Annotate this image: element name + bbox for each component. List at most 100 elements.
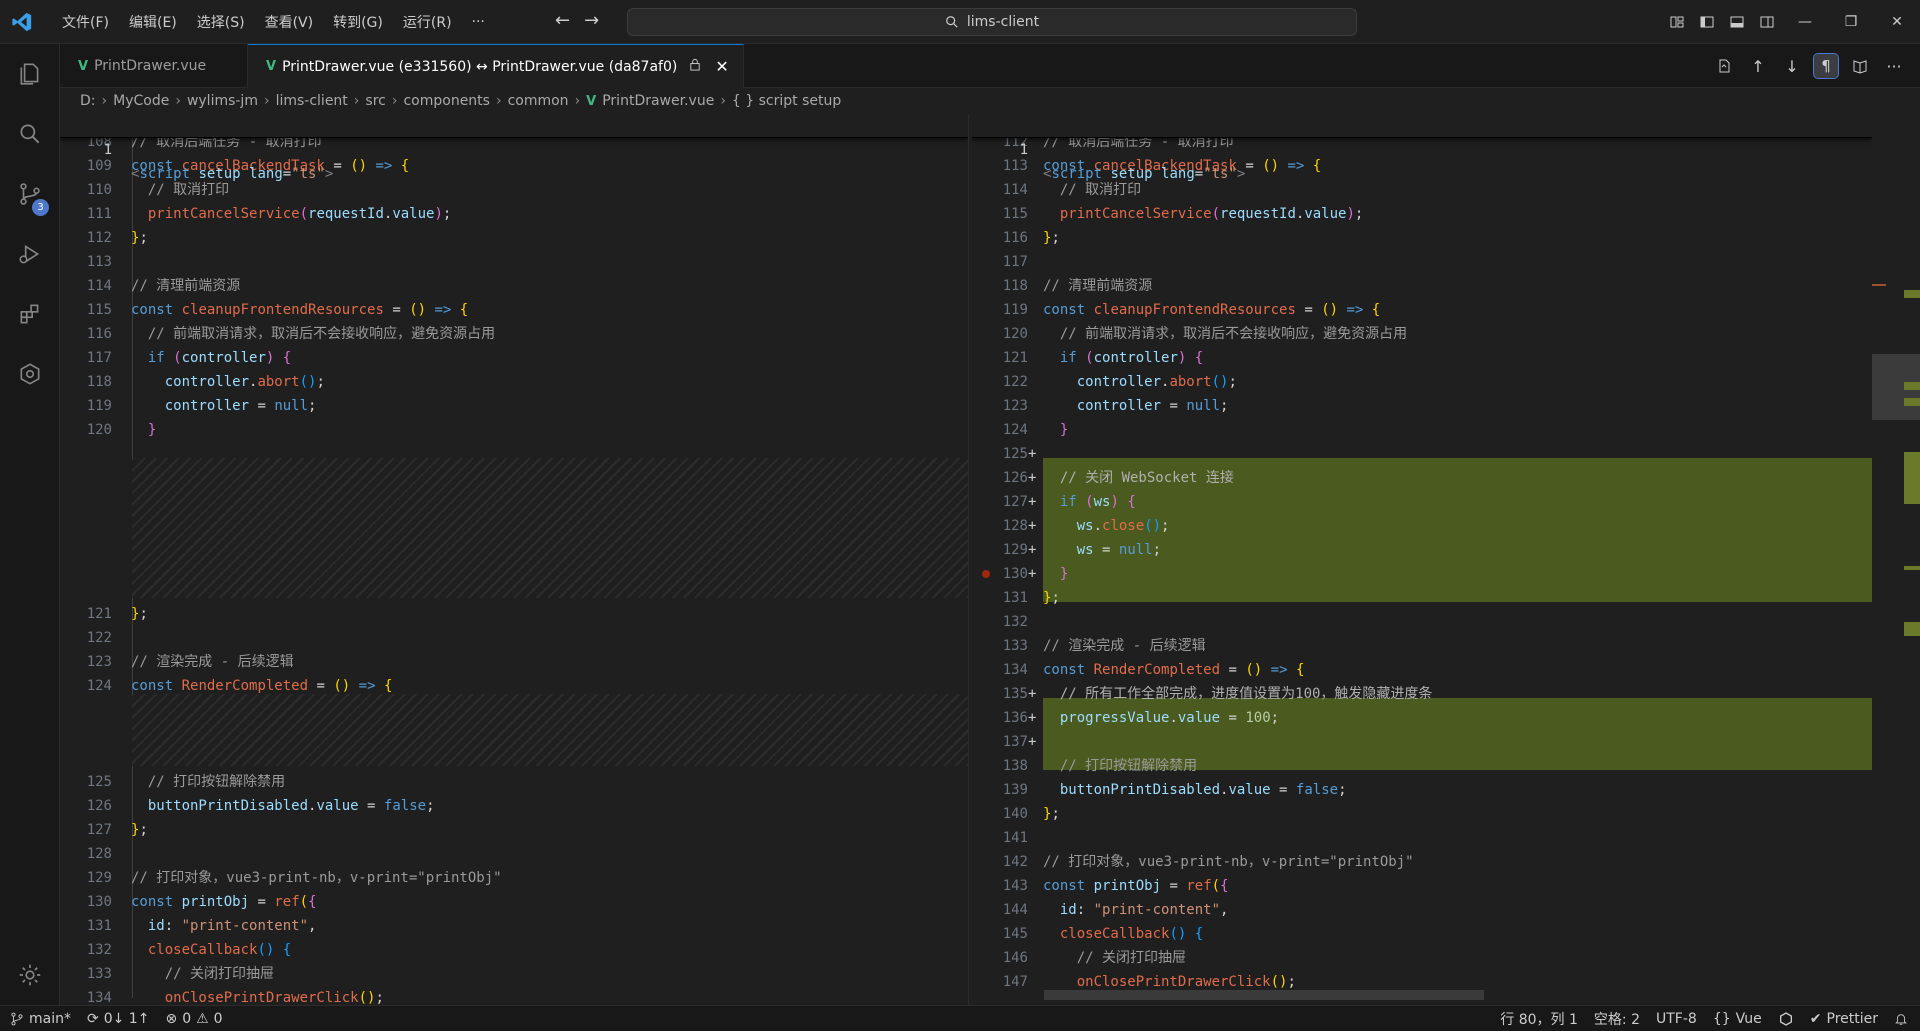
- insert-marker: +: [1028, 710, 1037, 726]
- inline-view-icon[interactable]: [1848, 54, 1872, 78]
- settings-gear-icon[interactable]: [0, 945, 60, 1005]
- chevron-right-icon: ›: [391, 93, 398, 109]
- line-number: 147: [1002, 974, 1028, 990]
- sync-indicator[interactable]: ⟳ 0↓ 1↑: [79, 1006, 157, 1031]
- code-text: controller = null;: [164, 398, 317, 414]
- line-number: 124: [1002, 422, 1028, 438]
- menu-selection[interactable]: 选择(S): [187, 12, 255, 32]
- prettier-status[interactable]: ✔ Prettier: [1802, 1006, 1886, 1031]
- menu-go[interactable]: 转到(G): [323, 12, 393, 32]
- restore-button[interactable]: ❐: [1828, 0, 1874, 44]
- line-number: 120: [86, 422, 112, 438]
- menu-run[interactable]: 运行(R): [393, 12, 462, 32]
- sticky-scroll-header[interactable]: 1 <script setup lang="ts">: [60, 114, 968, 182]
- breadcrumb-item[interactable]: D:: [80, 93, 96, 109]
- line-number: 127: [1002, 494, 1028, 510]
- breadcrumb-item[interactable]: src: [365, 93, 385, 109]
- indentation[interactable]: 空格: 2: [1586, 1006, 1648, 1031]
- overview-ruler[interactable]: [1872, 114, 1920, 1005]
- line-number: 134: [86, 990, 112, 1005]
- scm-badge: 3: [32, 199, 49, 216]
- toggle-sidebar-icon[interactable]: [1692, 0, 1722, 44]
- menu-more[interactable]: ···: [462, 14, 495, 30]
- code-text: controller.abort();: [164, 374, 325, 390]
- chevron-right-icon: ›: [263, 93, 270, 109]
- insert-marker: +: [1028, 470, 1037, 486]
- toggle-panel-icon[interactable]: [1722, 0, 1752, 44]
- change-marker: [1904, 398, 1920, 406]
- source-control-icon[interactable]: 3: [0, 164, 60, 224]
- code-text: // 所有工作全部完成，进度值设置为100，触发隐藏进度条: [1059, 686, 1433, 702]
- line-number: 123: [86, 654, 112, 670]
- chevron-right-icon: ›: [720, 93, 726, 109]
- code-text: id: "print-content",: [147, 918, 317, 934]
- customize-layout-icon[interactable]: [1662, 0, 1692, 44]
- diff-modified-pane[interactable]: 1 <script setup lang="ts"> 112// 取消后端任务 …: [972, 114, 1872, 1005]
- breakpoint-dot[interactable]: [982, 570, 990, 578]
- line-number: 113: [86, 254, 112, 270]
- diff-original-pane[interactable]: 1 <script setup lang="ts"> 108// 取消后端任务 …: [60, 114, 968, 1005]
- close-window-button[interactable]: ✕: [1874, 0, 1920, 44]
- language-mode[interactable]: {} Vue: [1705, 1006, 1770, 1031]
- breadcrumb-item[interactable]: MyCode: [113, 93, 169, 109]
- horizontal-scrollbar[interactable]: [1044, 990, 1484, 1000]
- back-arrow-icon[interactable]: ←: [555, 10, 570, 31]
- next-change-icon[interactable]: ↓: [1780, 54, 1804, 78]
- breadcrumb-item[interactable]: { } script setup: [732, 93, 841, 109]
- more-actions-icon[interactable]: ···: [1882, 54, 1906, 78]
- double-check-icon: ✔: [1809, 1011, 1822, 1027]
- ai-status[interactable]: [1770, 1006, 1802, 1031]
- code-text: printCancelService(requestId.value);: [147, 206, 452, 222]
- sync-counts: 0↓ 1↑: [103, 1010, 150, 1027]
- language-label: Vue: [1735, 1011, 1762, 1027]
- breadcrumb-item[interactable]: common: [508, 93, 569, 109]
- line-number: 138: [1002, 758, 1028, 774]
- line-number: 133: [1002, 638, 1028, 654]
- ai-assistant-icon[interactable]: [0, 344, 60, 404]
- branch-name: main*: [29, 1010, 71, 1027]
- run-debug-icon[interactable]: [0, 224, 60, 284]
- breadcrumb-item[interactable]: wylims-jm: [187, 93, 258, 109]
- command-center-search[interactable]: lims-client: [627, 8, 1357, 36]
- search-activity-icon[interactable]: [0, 104, 60, 164]
- extensions-icon[interactable]: [0, 284, 60, 344]
- branch-indicator[interactable]: main*: [0, 1006, 79, 1031]
- line-number: 120: [1002, 326, 1028, 342]
- explorer-icon[interactable]: [0, 44, 60, 104]
- code-text: closeCallback() {: [1059, 926, 1204, 942]
- sticky-scroll-header[interactable]: 1 <script setup lang="ts">: [972, 114, 1872, 182]
- previous-change-icon[interactable]: ↑: [1746, 54, 1770, 78]
- line-number: 131: [1002, 590, 1028, 606]
- forward-arrow-icon[interactable]: →: [584, 10, 599, 31]
- line-number: 125: [86, 774, 112, 790]
- activity-bar: 3: [0, 44, 60, 1005]
- breadcrumb-item[interactable]: components: [403, 93, 490, 109]
- menu-view[interactable]: 查看(V): [255, 12, 324, 32]
- menu-edit[interactable]: 编辑(E): [119, 12, 187, 32]
- breadcrumb-item[interactable]: PrintDrawer.vue: [602, 93, 714, 109]
- change-marker: [1904, 382, 1920, 390]
- problems-indicator[interactable]: ⊗ 0 ⚠ 0: [157, 1006, 230, 1031]
- line-number: 126: [1002, 470, 1028, 486]
- line-number: 130: [86, 894, 112, 910]
- code-text: const printObj = ref({: [131, 894, 317, 910]
- breadcrumb-item[interactable]: lims-client: [276, 93, 348, 109]
- code-text: };: [1043, 230, 1060, 246]
- notifications[interactable]: [1886, 1006, 1920, 1031]
- encoding[interactable]: UTF-8: [1648, 1006, 1705, 1031]
- menu-file[interactable]: 文件(F): [52, 12, 119, 32]
- insert-marker: +: [1028, 494, 1037, 510]
- code-text: progressValue.value = 100;: [1059, 710, 1280, 726]
- open-file-icon[interactable]: [1712, 54, 1736, 78]
- show-whitespace-icon[interactable]: ¶: [1813, 53, 1839, 79]
- tab-diff[interactable]: V PrintDrawer.vue (e331560) ↔ PrintDrawe…: [248, 44, 744, 88]
- ai-status-icon: [1779, 1012, 1792, 1026]
- minimize-button[interactable]: —: [1782, 0, 1828, 44]
- toggle-secondary-sidebar-icon[interactable]: [1752, 0, 1782, 44]
- cursor-position[interactable]: 行 80，列 1: [1492, 1006, 1586, 1031]
- line-number: 128: [1002, 518, 1028, 534]
- close-tab-icon[interactable]: ✕: [715, 57, 728, 76]
- line-number: 129: [86, 870, 112, 886]
- line-number: 116: [1002, 230, 1028, 246]
- tab-printdrawer[interactable]: V PrintDrawer.vue: [60, 44, 248, 88]
